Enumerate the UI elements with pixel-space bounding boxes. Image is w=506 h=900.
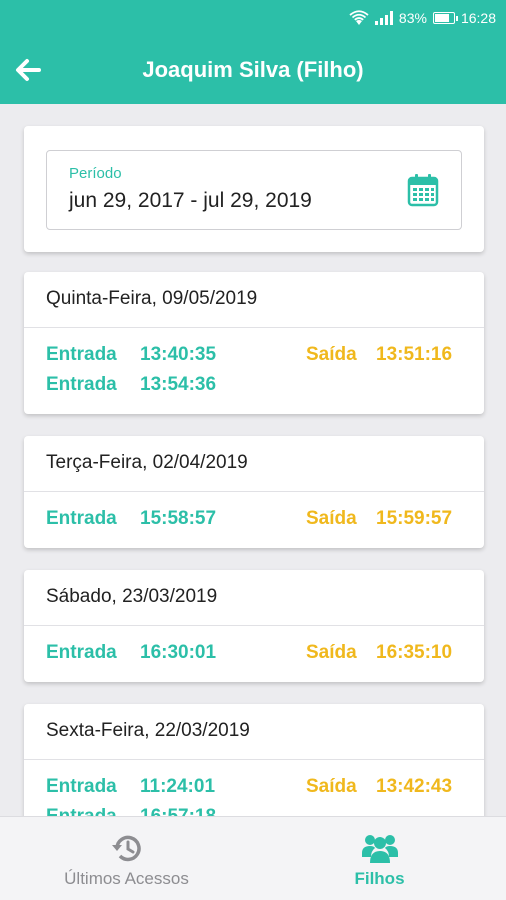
entrada-label: Entrada [46, 374, 117, 395]
history-icon [111, 835, 141, 862]
day-card: Sábado, 23/03/2019 Entrada 16:30:01 Saíd… [24, 570, 484, 682]
period-card: Período jun 29, 2017 - jul 29, 2019 [24, 126, 484, 252]
day-date: Sábado, 23/03/2019 [24, 570, 484, 626]
clock: 16:28 [460, 10, 496, 26]
saida-label: Saída [306, 642, 357, 663]
access-row: Entrada 11:24:01 Saída 13:42:43 [24, 776, 484, 806]
period-value: jun 29, 2017 - jul 29, 2019 [69, 189, 312, 212]
entrada-time: 13:54:36 [140, 374, 217, 395]
saida-label: Saída [306, 776, 357, 797]
saida-time: 13:42:43 [376, 776, 453, 797]
entrada-time: 15:58:57 [140, 508, 217, 529]
group-icon [361, 835, 398, 863]
day-date: Quinta-Feira, 09/05/2019 [24, 272, 484, 328]
access-row: Entrada 13:40:35 Saída 13:51:16 [24, 344, 484, 374]
day-date: Terça-Feira, 02/04/2019 [24, 436, 484, 492]
back-button[interactable] [12, 54, 44, 86]
access-list[interactable]: Período jun 29, 2017 - jul 29, 2019 Quin… [0, 104, 506, 816]
entrada-time: 16:57:18 [140, 806, 216, 816]
period-field[interactable]: Período jun 29, 2017 - jul 29, 2019 [46, 150, 462, 230]
nav-label: Filhos [354, 869, 405, 888]
access-row: Entrada 15:58:57 Saída 15:59:57 [24, 508, 484, 538]
app-bar: Joaquim Silva (Filho) [0, 36, 506, 104]
day-card: Quinta-Feira, 09/05/2019 Entrada 13:40:3… [24, 272, 484, 414]
entrada-label: Entrada [46, 642, 117, 663]
day-date: Sexta-Feira, 22/03/2019 [24, 704, 484, 760]
nav-ultimos-acessos[interactable]: Últimos Acessos [0, 817, 253, 900]
nav-label: Últimos Acessos [64, 869, 189, 888]
nav-filhos[interactable]: Filhos [253, 817, 506, 900]
calendar-icon[interactable] [407, 173, 439, 207]
entrada-label: Entrada [46, 508, 117, 529]
access-row: Entrada 16:57:18 [24, 806, 484, 816]
battery-percent: 83% [398, 10, 427, 26]
wifi-icon [349, 10, 369, 26]
day-card: Terça-Feira, 02/04/2019 Entrada 15:58:57… [24, 436, 484, 548]
saida-label: Saída [306, 344, 357, 365]
signal-icon [374, 11, 393, 25]
period-label: Período [69, 165, 122, 182]
entrada-time: 16:30:01 [140, 642, 217, 663]
bottom-nav: Últimos Acessos Filhos [0, 816, 506, 900]
entrada-time: 11:24:01 [140, 776, 216, 797]
arrow-left-icon [16, 59, 41, 81]
saida-time: 16:35:10 [376, 642, 453, 663]
saida-time: 15:59:57 [376, 508, 453, 529]
page-title: Joaquim Silva (Filho) [142, 57, 364, 82]
access-row: Entrada 13:54:36 [24, 374, 484, 404]
access-row: Entrada 16:30:01 Saída 16:35:10 [24, 642, 484, 672]
entrada-label: Entrada [46, 776, 117, 797]
entrada-label: Entrada [46, 806, 117, 816]
saida-label: Saída [306, 508, 357, 529]
entrada-label: Entrada [46, 344, 117, 365]
day-card: Sexta-Feira, 22/03/2019 Entrada 11:24:01… [24, 704, 484, 816]
status-bar: 83% 16:28 [0, 0, 506, 36]
battery-icon [432, 12, 458, 24]
saida-time: 13:51:16 [376, 344, 453, 365]
entrada-time: 13:40:35 [140, 344, 217, 365]
